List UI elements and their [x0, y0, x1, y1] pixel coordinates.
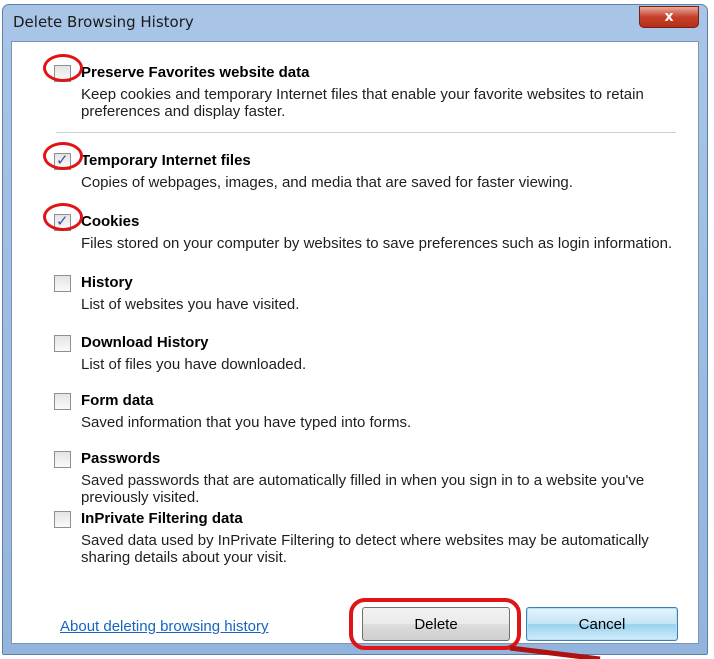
checkmark-icon: ✓	[56, 212, 69, 230]
option-title: Download History	[81, 334, 209, 351]
option-title: Passwords	[81, 450, 161, 467]
about-deleting-history-link[interactable]: About deleting browsing history	[60, 618, 268, 635]
delete-browsing-history-dialog: Delete Browsing History x Preserve Favor…	[2, 4, 708, 655]
option-title: Cookies	[81, 213, 140, 230]
option-description: List of files you have downloaded.	[81, 356, 307, 373]
preserve-favorites-checkbox[interactable]	[54, 65, 71, 82]
window-title: Delete Browsing History	[13, 13, 194, 31]
history-checkbox[interactable]	[54, 275, 71, 292]
option-title: Form data	[81, 392, 154, 409]
cookies-checkbox[interactable]: ✓	[54, 212, 71, 231]
option-description: Files stored on your computer by website…	[81, 235, 673, 252]
option-description: Saved passwords that are automatically f…	[81, 472, 645, 506]
checkmark-icon: ✓	[56, 151, 69, 169]
option-title: Preserve Favorites website data	[81, 64, 310, 81]
download-history-checkbox[interactable]	[54, 335, 71, 352]
option-title: History	[81, 274, 133, 291]
separator	[56, 132, 676, 133]
dialog-body: Preserve Favorites website data Keep coo…	[11, 41, 699, 650]
cancel-button-label: Cancel	[578, 615, 626, 633]
form-data-checkbox[interactable]	[54, 393, 71, 410]
inprivate-filtering-checkbox[interactable]	[54, 511, 71, 528]
delete-button-label: Delete	[414, 615, 458, 633]
option-description: Saved information that you have typed in…	[81, 414, 412, 431]
cancel-button[interactable]: Cancel	[526, 607, 678, 641]
option-description: Keep cookies and temporary Internet file…	[81, 86, 644, 120]
temporary-internet-files-checkbox[interactable]: ✓	[54, 151, 71, 170]
option-title: InPrivate Filtering data	[81, 510, 243, 527]
passwords-checkbox[interactable]	[54, 451, 71, 468]
close-icon: x	[664, 9, 674, 25]
title-bar: Delete Browsing History x	[3, 5, 707, 41]
close-button[interactable]: x	[639, 6, 699, 28]
option-title: Temporary Internet files	[81, 152, 251, 169]
option-description: Saved data used by InPrivate Filtering t…	[81, 532, 649, 566]
option-description: Copies of webpages, images, and media th…	[81, 174, 573, 191]
option-description: List of websites you have visited.	[81, 296, 300, 313]
delete-button[interactable]: Delete	[362, 607, 510, 641]
